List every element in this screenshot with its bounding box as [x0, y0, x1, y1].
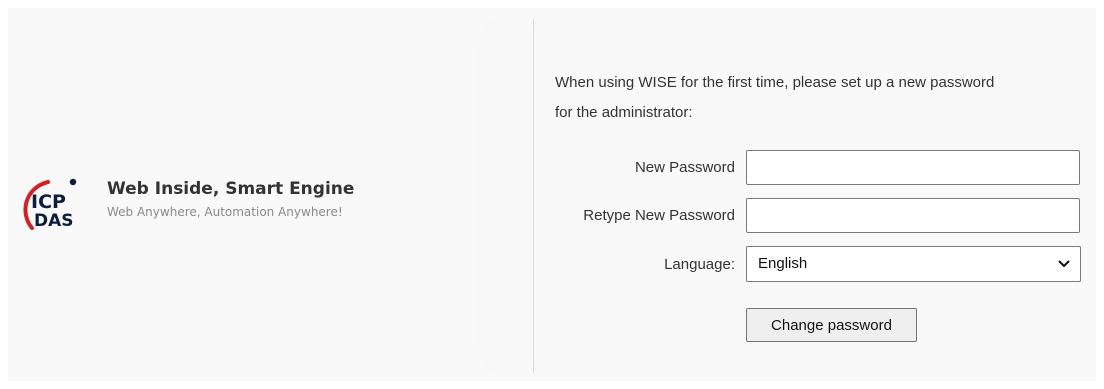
intro-line-1: When using WISE for the first time, plea… — [555, 74, 995, 91]
language-select[interactable]: English — [746, 246, 1081, 282]
panel-divider — [533, 19, 534, 373]
intro-text: When using WISE for the first time, plea… — [555, 68, 1095, 128]
retype-password-field[interactable] — [746, 198, 1080, 233]
logo-text-icp: ICP — [31, 191, 66, 213]
intro-line-2: for the administrator: — [555, 104, 693, 121]
slogan-subtitle: Web Anywhere, Automation Anywhere! — [107, 205, 343, 219]
brand-logo-block: ICP DAS Web Inside, Smart Engine Web Any… — [18, 174, 418, 234]
logo-text-das: DAS — [34, 211, 74, 231]
retype-password-label: Retype New Password — [583, 207, 735, 224]
language-selected-value: English — [758, 255, 808, 272]
change-password-button[interactable]: Change password — [746, 308, 917, 342]
chevron-down-icon — [1058, 260, 1070, 267]
new-password-label: New Password — [634, 159, 735, 176]
slogan-title: Web Inside, Smart Engine — [107, 179, 355, 199]
language-label: Language: — [664, 256, 735, 273]
logo-dot — [69, 178, 77, 186]
icpdas-logo: ICP DAS — [23, 178, 77, 231]
new-password-field[interactable] — [746, 150, 1080, 185]
